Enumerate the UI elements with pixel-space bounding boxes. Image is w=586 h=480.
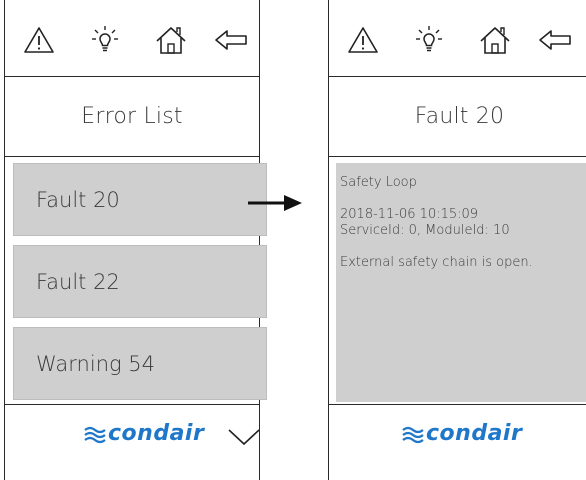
footer: condair bbox=[5, 404, 261, 467]
condair-logo: condair bbox=[83, 421, 204, 446]
error-list-screen: Error List Fault 20 Fault 22 Warning 54 … bbox=[4, 0, 267, 480]
back-arrow-icon[interactable] bbox=[537, 22, 573, 58]
error-list-item[interactable]: Fault 20 bbox=[13, 163, 267, 236]
home-icon[interactable] bbox=[477, 22, 513, 58]
logo-text: condair bbox=[108, 421, 205, 446]
condair-logo: condair bbox=[401, 421, 522, 446]
error-list-item[interactable]: Fault 22 bbox=[13, 245, 267, 318]
toolbar bbox=[329, 0, 586, 77]
fault-detail-panel: Safety Loop 2018-11-06 10:15:09 ServiceI… bbox=[336, 163, 586, 402]
footer: condair bbox=[329, 404, 586, 467]
toolbar bbox=[5, 0, 259, 77]
logo-text: condair bbox=[426, 421, 523, 446]
lightbulb-icon[interactable] bbox=[87, 22, 123, 58]
fault-description: External safety chain is open. bbox=[340, 255, 533, 270]
warning-icon[interactable] bbox=[21, 22, 57, 58]
back-arrow-icon[interactable] bbox=[213, 22, 249, 58]
error-list-item[interactable]: Warning 54 bbox=[13, 327, 267, 400]
transition-arrow-icon bbox=[248, 195, 302, 211]
lightbulb-icon[interactable] bbox=[411, 22, 447, 58]
waves-icon bbox=[402, 426, 424, 443]
page-title: Error List bbox=[5, 76, 259, 157]
fault-detail-screen: Fault 20 Safety Loop 2018-11-06 10:15:09… bbox=[328, 0, 586, 480]
home-icon[interactable] bbox=[153, 22, 189, 58]
waves-icon bbox=[84, 426, 106, 443]
warning-icon[interactable] bbox=[345, 22, 381, 58]
page-title: Fault 20 bbox=[329, 76, 586, 157]
chevron-down-icon[interactable] bbox=[227, 427, 261, 447]
fault-ids: ServiceId: 0, ModuleId: 10 bbox=[340, 223, 510, 238]
fault-name: Safety Loop bbox=[340, 175, 417, 190]
fault-timestamp: 2018-11-06 10:15:09 bbox=[340, 207, 479, 222]
